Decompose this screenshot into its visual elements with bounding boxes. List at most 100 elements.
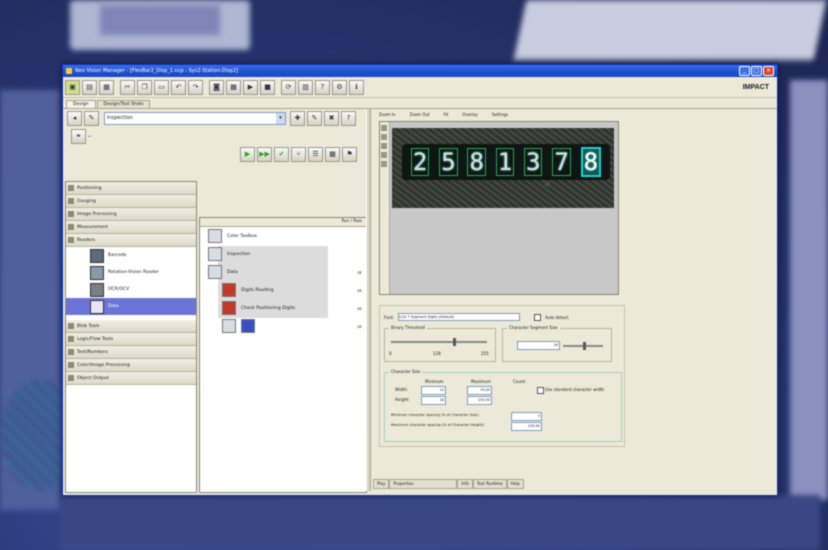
- run-step-icon[interactable]: ▶: [240, 146, 255, 162]
- stop-icon[interactable]: ■: [260, 79, 275, 95]
- pan-icon[interactable]: [381, 143, 387, 149]
- main-toolbar: ▣ ▤ ▦ ✂ ❐ ▭ ↶ ↷ ◙ ▩ ▶ ■ ⟳ ▥ ? ⚙ ℹ IMPACT: [63, 77, 777, 98]
- tool-rotation-reader[interactable]: Rotation-Vision Reader: [66, 264, 196, 281]
- add-tool-icon[interactable]: ✚: [290, 110, 305, 126]
- play-icon[interactable]: ▶: [243, 79, 258, 95]
- paste-icon[interactable]: ▭: [154, 79, 169, 95]
- category-measurement[interactable]: Measurement: [66, 221, 196, 234]
- category-image-processing[interactable]: Image Processing: [66, 208, 196, 221]
- back-icon[interactable]: ◂: [67, 110, 82, 126]
- width-min-field[interactable]: 10: [421, 386, 446, 395]
- tree-node[interactable]: Inspection: [200, 245, 366, 263]
- branch-icon[interactable]: ⑂: [291, 146, 306, 162]
- tree-node[interactable]: Digits Reading ok: [200, 281, 366, 299]
- view-settings-button[interactable]: Settings: [492, 112, 508, 117]
- category-blob[interactable]: Blob Tools: [66, 320, 196, 333]
- info-icon[interactable]: ℹ: [349, 79, 364, 95]
- tree-node[interactable]: Data ok: [200, 263, 366, 281]
- zoom-in-button[interactable]: Zoom In: [379, 112, 396, 117]
- measure-icon[interactable]: [381, 161, 387, 167]
- camera-icon[interactable]: ◙: [209, 79, 224, 95]
- flag-icon[interactable]: ⚑: [342, 146, 357, 162]
- list-icon[interactable]: ☰: [308, 146, 323, 162]
- tree-node[interactable]: Check Positioning Digits ok: [200, 299, 366, 317]
- close-button[interactable]: ×: [763, 66, 774, 76]
- tool-ocr-ocv[interactable]: OCR/OCV: [66, 281, 196, 298]
- font-select[interactable]: LCD 7 Segment Digits (Default): [398, 313, 521, 321]
- copy-icon[interactable]: ❐: [137, 79, 152, 95]
- tool-barcode[interactable]: Barcode: [66, 247, 196, 264]
- threshold-slider[interactable]: [391, 341, 487, 343]
- pointer-icon[interactable]: [381, 125, 387, 131]
- minimize-button[interactable]: _: [739, 66, 750, 76]
- chevron-down-icon[interactable]: ▾: [276, 112, 285, 124]
- undo-icon[interactable]: ↶: [171, 79, 186, 95]
- category-color[interactable]: Color/Image Processing: [66, 359, 196, 372]
- overlay-button[interactable]: Overlay: [462, 112, 478, 117]
- image-icon[interactable]: ▩: [226, 79, 241, 95]
- max-spacing-field[interactable]: 100.00: [511, 422, 542, 431]
- run-icon[interactable]: ⟳: [281, 79, 296, 95]
- folder-icon: [68, 211, 74, 217]
- category-logic[interactable]: Logic/Flow Tools: [66, 333, 196, 346]
- maximize-button[interactable]: □: [751, 66, 762, 76]
- edit-tool-icon[interactable]: ✎: [307, 110, 322, 126]
- image-viewer[interactable]: 2 5 8 1 3 7 8: [379, 121, 619, 295]
- run-all-icon[interactable]: ▶▶: [257, 146, 272, 162]
- tool-category-select[interactable]: Inspection ▾: [104, 111, 286, 125]
- min-spacing-field[interactable]: 3: [511, 412, 542, 421]
- digit: 1: [495, 148, 515, 176]
- pane-splitter[interactable]: [366, 109, 371, 491]
- tree-node[interactable]: ok: [200, 317, 366, 335]
- threshold-slider-thumb[interactable]: [453, 338, 456, 346]
- tab-help[interactable]: Help: [506, 479, 524, 489]
- redo-icon[interactable]: ↷: [188, 79, 203, 95]
- table-icon[interactable]: ▦: [325, 146, 340, 162]
- pen-icon[interactable]: ✎: [84, 110, 99, 126]
- cut-icon[interactable]: ✂: [120, 79, 135, 95]
- height-max-field[interactable]: 100.00: [467, 396, 492, 405]
- tab-info[interactable]: Info: [457, 479, 473, 489]
- open-icon[interactable]: ▣: [65, 79, 80, 95]
- tab-design[interactable]: Design: [66, 100, 96, 108]
- col-min-header: Minimum: [425, 379, 444, 384]
- tab-properties[interactable]: Properties: [389, 479, 458, 489]
- char-size-label: Character Size: [389, 369, 423, 374]
- tool-data[interactable]: Data: [66, 298, 196, 315]
- segment-size-field[interactable]: 16: [517, 341, 560, 350]
- viewer-toolbar: Zoom In Zoom Out Fit Overlay Settings: [373, 109, 773, 119]
- tab-design-test[interactable]: Design/Test Shots: [96, 100, 151, 108]
- position-icon: [222, 301, 236, 315]
- zoom-out-button[interactable]: Zoom Out: [410, 112, 430, 117]
- chart-icon[interactable]: ▥: [298, 79, 313, 95]
- link-icon[interactable]: ⚭: [71, 128, 86, 144]
- delete-tool-icon[interactable]: ✖: [324, 110, 339, 126]
- category-readers[interactable]: Readers: [66, 234, 196, 247]
- print-icon[interactable]: ▦: [99, 79, 114, 95]
- tool-category-value: Inspection: [107, 115, 133, 121]
- category-gauging[interactable]: Gauging: [66, 195, 196, 208]
- height-min-field[interactable]: 18: [421, 396, 446, 405]
- settings-icon[interactable]: ⚙: [332, 79, 347, 95]
- save-icon[interactable]: ▤: [82, 79, 97, 95]
- standard-width-label: Use standard character width: [545, 387, 605, 392]
- width-max-field[interactable]: 70.00: [467, 386, 492, 395]
- zoom-icon[interactable]: [381, 134, 387, 140]
- auto-detect-checkbox[interactable]: [534, 313, 542, 321]
- category-text[interactable]: Text/Numbers: [66, 346, 196, 359]
- roi-icon[interactable]: [381, 152, 387, 158]
- help-icon[interactable]: ?: [315, 79, 330, 95]
- tab-test-runtime[interactable]: Test Runtime: [472, 479, 507, 489]
- category-positioning[interactable]: Positioning: [66, 182, 196, 195]
- segment-size-thumb[interactable]: [583, 342, 586, 350]
- fit-button[interactable]: Fit: [444, 112, 449, 117]
- folder-icon: [68, 237, 74, 243]
- folder-icon: [68, 323, 74, 329]
- tab-play[interactable]: Play: [373, 479, 390, 489]
- category-output[interactable]: Object Output: [66, 372, 196, 385]
- tool-help-icon[interactable]: ?: [341, 110, 356, 126]
- tree-node[interactable]: Color Toolbox: [200, 227, 366, 245]
- check-icon[interactable]: ✔: [274, 146, 289, 162]
- folder-icon: [68, 224, 74, 230]
- standard-width-checkbox[interactable]: [537, 387, 544, 394]
